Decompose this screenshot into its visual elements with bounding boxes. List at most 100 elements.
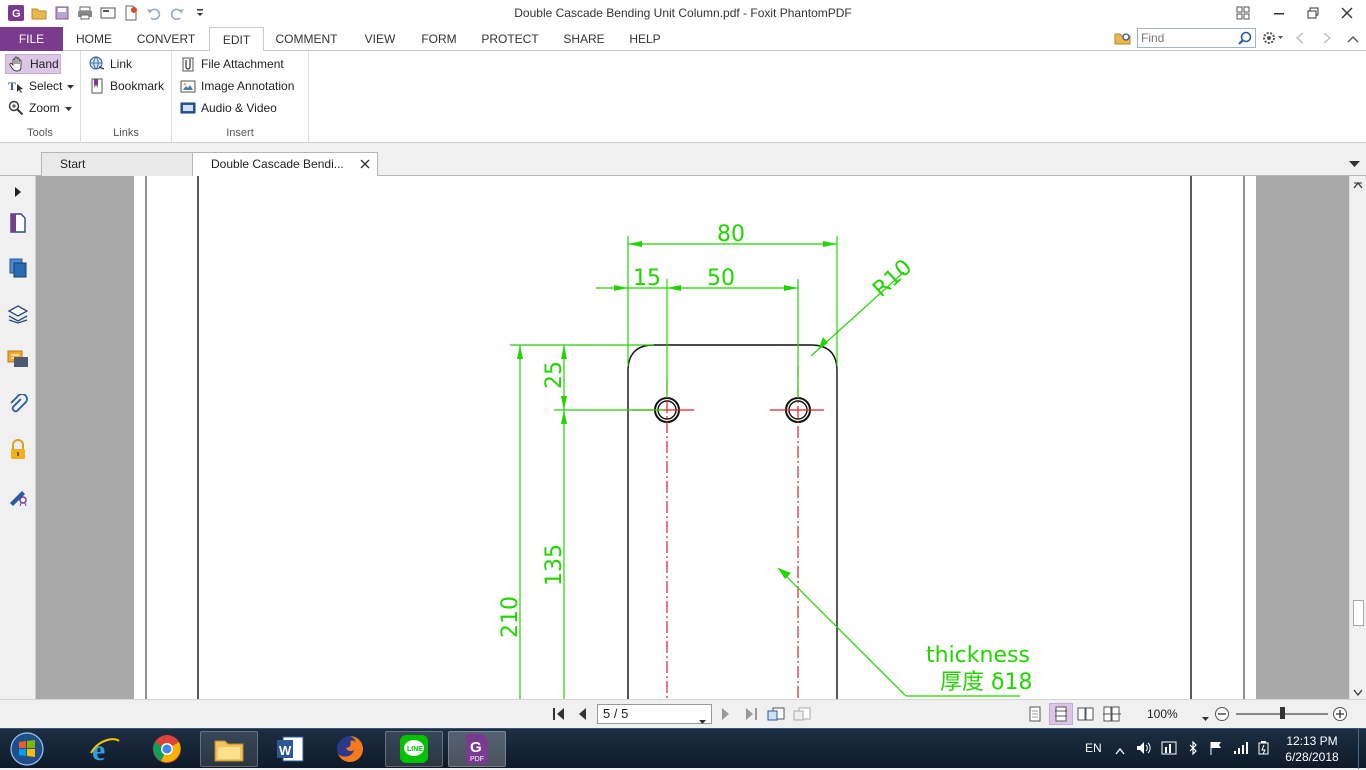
select-dropdown-icon[interactable]: [67, 79, 75, 93]
find-field[interactable]: [1137, 28, 1256, 48]
quick-access-toolbar: G: [6, 4, 209, 22]
previous-view-icon[interactable]: [767, 706, 785, 725]
pdf-page[interactable]: 80 15 50 R10 25 135 210 thickness 厚度 δ18: [134, 176, 1256, 699]
taskbar-word-icon[interactable]: W: [261, 731, 319, 767]
battery-power-icon[interactable]: [1257, 741, 1271, 758]
file-attachment-button[interactable]: File Attachment: [180, 54, 284, 74]
zoom-in-icon[interactable]: [1332, 706, 1348, 725]
tab-file[interactable]: FILE: [0, 27, 63, 51]
tab-share[interactable]: SHARE: [555, 27, 613, 51]
scroll-up-icon[interactable]: [1353, 178, 1363, 192]
screen-icon[interactable]: [98, 4, 117, 22]
navigation-panel: [0, 176, 36, 699]
zoom-out-icon[interactable]: [1214, 706, 1230, 725]
thickness-leader: [777, 567, 907, 697]
save-icon[interactable]: [52, 4, 71, 22]
taskbar-internet-explorer-icon[interactable]: e: [76, 731, 134, 767]
audio-video-button[interactable]: Audio & Video: [180, 98, 277, 118]
find-input[interactable]: [1138, 29, 1234, 47]
attachments-icon[interactable]: [6, 393, 30, 417]
image-annotation-button[interactable]: Image Annotation: [180, 76, 294, 96]
previous-page-icon[interactable]: [577, 707, 587, 724]
zoom-tool-button[interactable]: Zoom: [8, 98, 72, 118]
zoom-slider-thumb[interactable]: [1280, 707, 1285, 719]
customize-toolbar-icon[interactable]: [190, 4, 209, 22]
close-window-button[interactable]: [1330, 0, 1364, 26]
new-pdf-icon[interactable]: [121, 4, 140, 22]
comments-icon[interactable]: [6, 348, 30, 372]
next-view-icon[interactable]: [793, 706, 811, 725]
taskbar-firefox-icon[interactable]: [321, 731, 379, 767]
taskbar-foxit-phantompdf-icon[interactable]: G PDF: [448, 731, 506, 767]
print-icon[interactable]: [75, 4, 94, 22]
bluetooth-icon[interactable]: [1187, 740, 1199, 758]
clock-date: 6/28/2018: [1285, 750, 1339, 764]
tab-protect[interactable]: PROTECT: [474, 27, 546, 51]
collapse-ribbon-icon[interactable]: [1347, 33, 1359, 47]
continuous-view-icon[interactable]: [1049, 703, 1073, 725]
open-folder-icon[interactable]: [29, 4, 48, 22]
taskbar-line-icon[interactable]: LINE: [385, 731, 443, 767]
maximize-button[interactable]: [1296, 0, 1330, 26]
next-page-icon[interactable]: [721, 707, 731, 724]
ribbon: Hand T Select Zoom Tools Link Bookmark L…: [0, 51, 1366, 143]
facing-view-icon[interactable]: [1077, 706, 1095, 725]
signatures-icon[interactable]: [6, 483, 30, 507]
tab-home[interactable]: HOME: [66, 27, 122, 51]
select-tool-button[interactable]: T Select: [8, 76, 75, 96]
taskbar-file-explorer-icon[interactable]: [200, 731, 258, 767]
zoom-level-text[interactable]: 100%: [1147, 707, 1178, 721]
page-thumbnails-icon[interactable]: [6, 211, 30, 235]
hand-tool-button[interactable]: Hand: [5, 54, 61, 74]
zoom-dropdown-icon[interactable]: [1202, 711, 1209, 725]
vertical-scrollbar[interactable]: [1349, 176, 1366, 699]
scroll-down-icon[interactable]: [1353, 686, 1363, 700]
search-icon[interactable]: [1238, 31, 1252, 48]
system-clock[interactable]: 12:13 PM 6/28/2018: [1282, 733, 1342, 765]
pages-icon[interactable]: [6, 256, 30, 280]
show-hidden-icons-icon[interactable]: [1115, 744, 1125, 758]
action-center-icon[interactable]: [1161, 741, 1177, 758]
tab-edit[interactable]: EDIT: [209, 27, 264, 52]
tab-view[interactable]: VIEW: [355, 27, 405, 51]
expand-panel-icon[interactable]: [6, 180, 30, 204]
tab-help[interactable]: HELP: [621, 27, 669, 51]
flag-icon[interactable]: [1209, 741, 1223, 758]
single-page-view-icon[interactable]: [1028, 706, 1042, 725]
doc-tab-start[interactable]: Start: [41, 152, 193, 176]
bookmark-icon: [89, 78, 105, 94]
bookmark-button[interactable]: Bookmark: [89, 76, 164, 96]
zoom-dropdown-icon[interactable]: [64, 101, 72, 115]
minimize-button[interactable]: [1262, 0, 1296, 26]
continuous-facing-view-icon[interactable]: [1103, 706, 1121, 725]
language-indicator[interactable]: EN: [1085, 741, 1102, 755]
first-page-icon[interactable]: [552, 707, 566, 724]
tab-comment[interactable]: COMMENT: [270, 27, 343, 51]
volume-icon[interactable]: [1136, 741, 1152, 758]
start-button-icon[interactable]: [8, 731, 46, 770]
restore-layout-icon[interactable]: [1226, 0, 1260, 26]
tab-list-dropdown-icon[interactable]: [1349, 157, 1360, 171]
scroll-thumb[interactable]: [1353, 600, 1364, 626]
link-globe-icon: [89, 56, 105, 72]
security-lock-icon[interactable]: [6, 438, 30, 462]
link-button[interactable]: Link: [89, 54, 132, 74]
show-desktop-button[interactable]: [1358, 729, 1366, 769]
redo-icon[interactable]: [167, 4, 186, 22]
page-number-select[interactable]: 5 / 5: [597, 704, 712, 724]
settings-gear-icon[interactable]: [1262, 31, 1284, 48]
audio-video-label: Audio & Video: [201, 101, 277, 115]
find-options-icon[interactable]: [1114, 30, 1132, 49]
layers-icon[interactable]: [6, 302, 30, 326]
doc-tab-current[interactable]: Double Cascade Bendi...: [192, 152, 378, 177]
last-page-icon[interactable]: [744, 707, 758, 724]
document-viewport[interactable]: 80 15 50 R10 25 135 210 thickness 厚度 δ18: [36, 176, 1349, 699]
next-result-icon[interactable]: [1322, 32, 1332, 47]
undo-icon[interactable]: [144, 4, 163, 22]
previous-result-icon[interactable]: [1295, 32, 1305, 47]
taskbar-chrome-icon[interactable]: [138, 731, 196, 767]
tab-form[interactable]: FORM: [414, 27, 464, 51]
foxit-app-icon[interactable]: G: [6, 4, 25, 22]
network-signal-icon[interactable]: [1233, 741, 1249, 758]
tab-convert[interactable]: CONVERT: [130, 27, 202, 51]
